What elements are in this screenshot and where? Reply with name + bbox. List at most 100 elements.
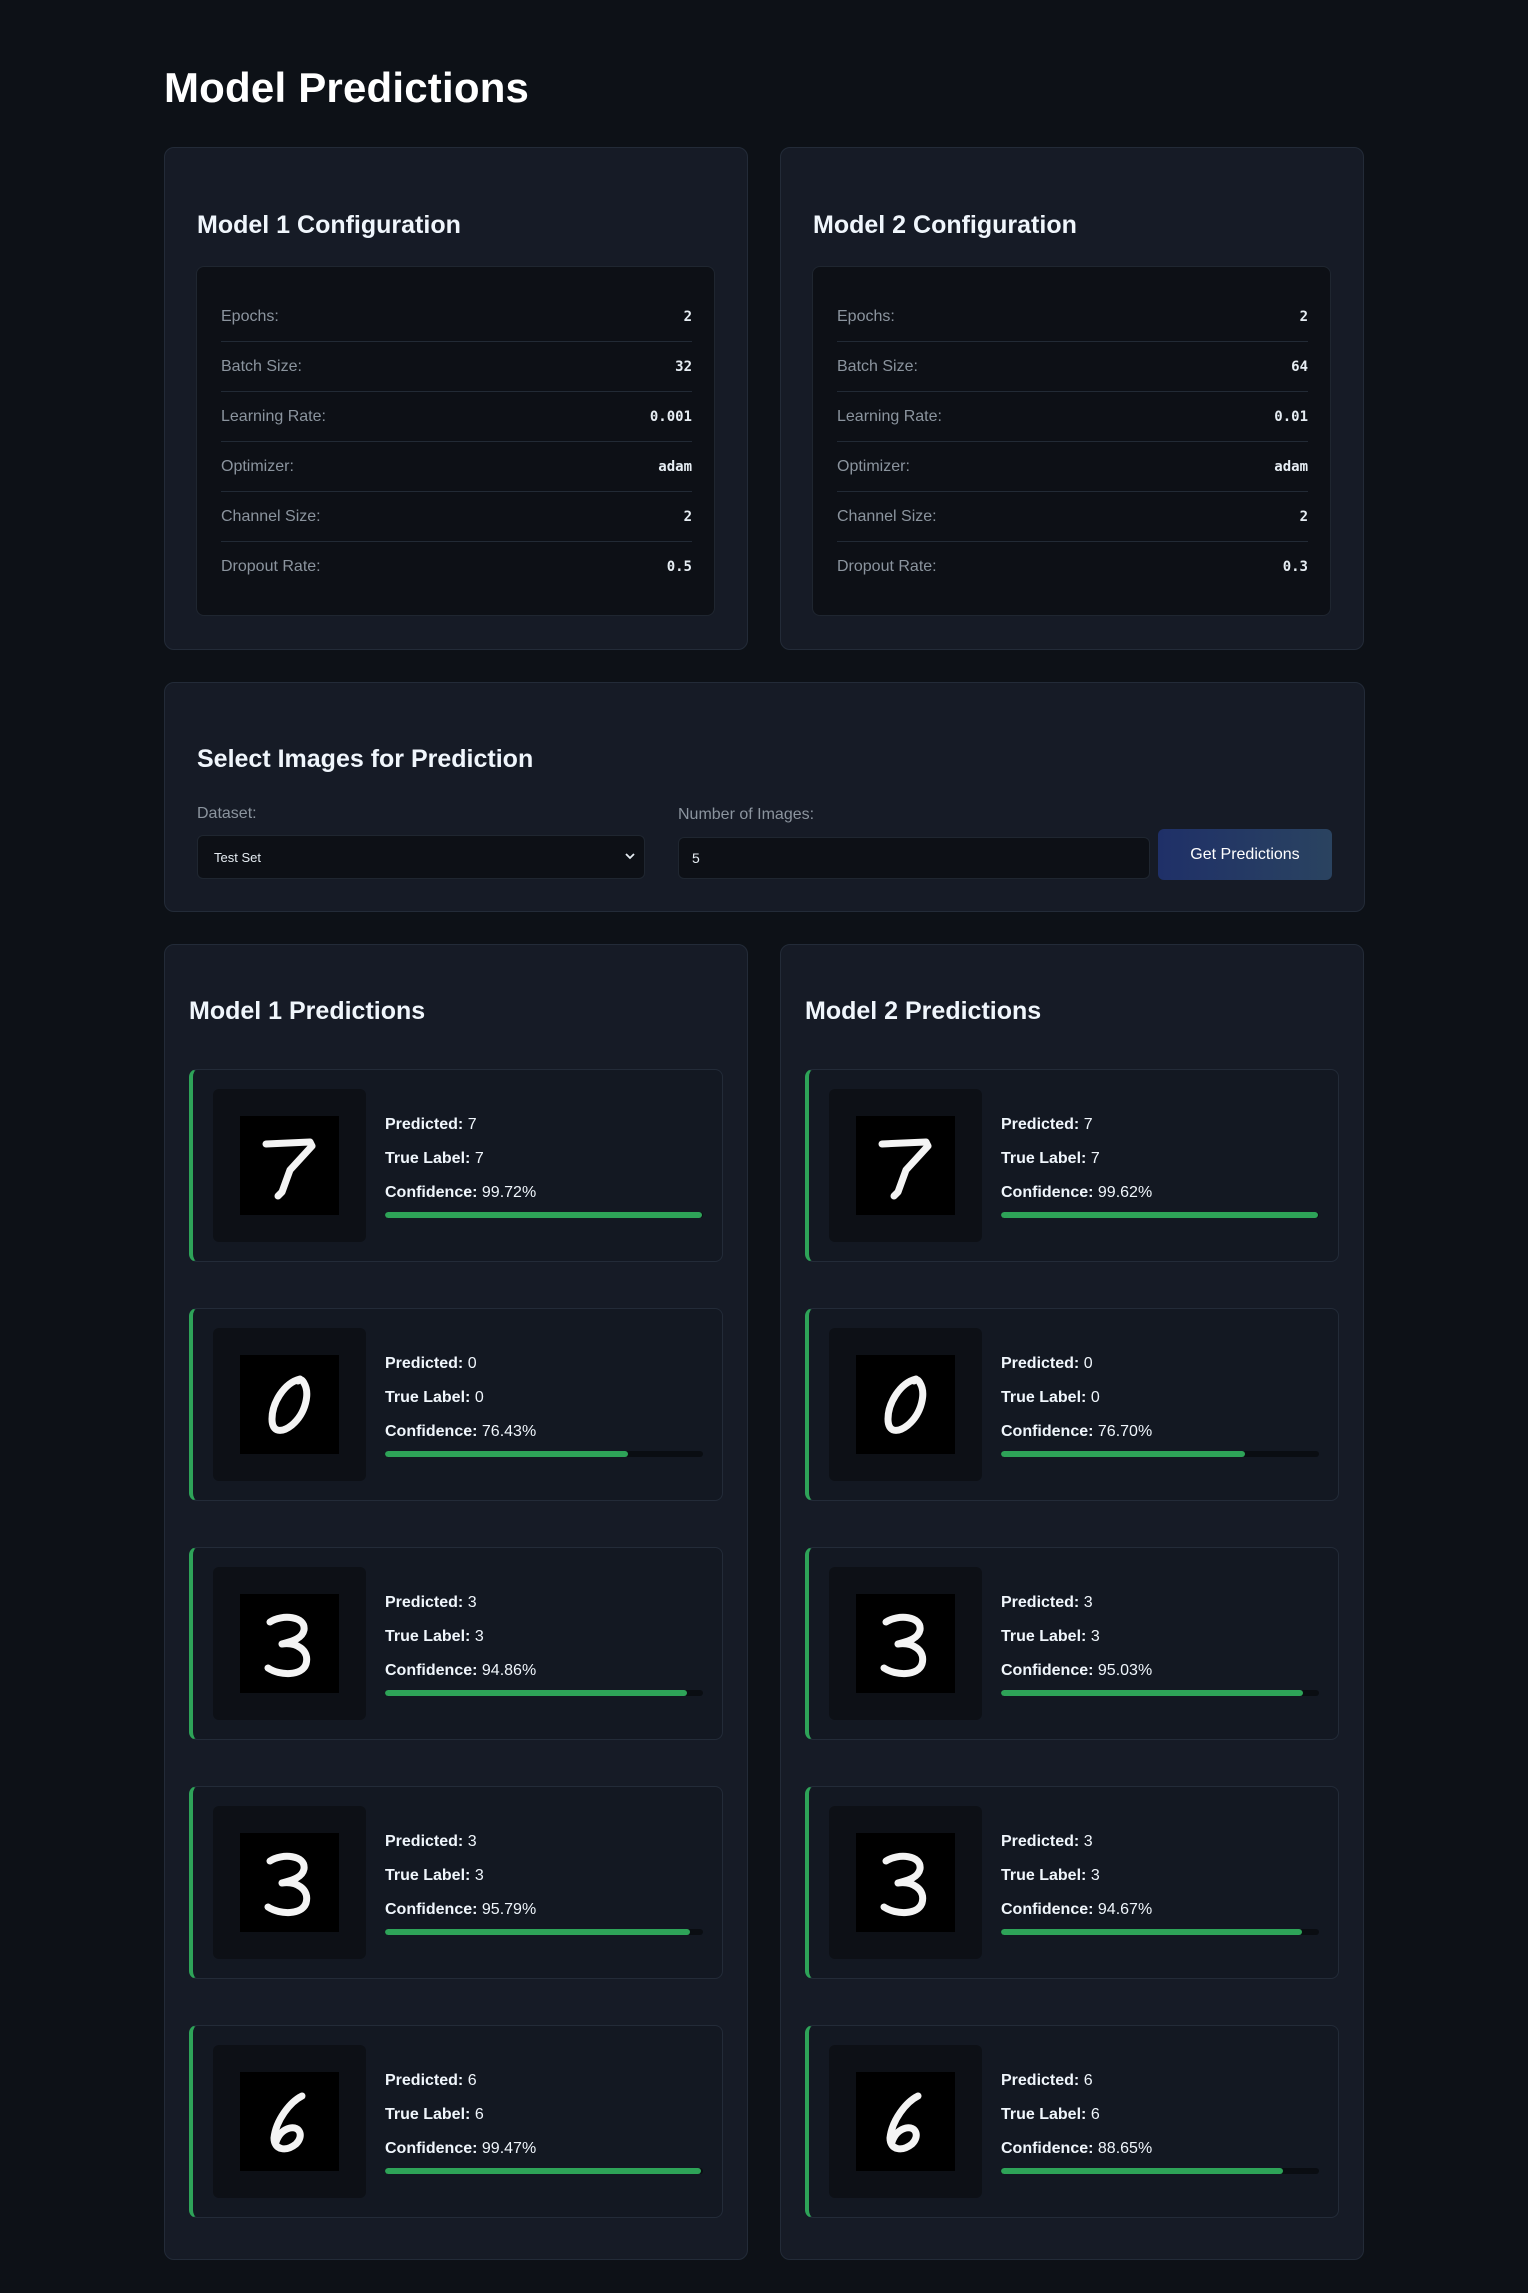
config-value: 0.5 bbox=[666, 559, 692, 575]
confidence-bar bbox=[1001, 1451, 1319, 1457]
config-label: Epochs: bbox=[221, 307, 279, 325]
config-value: 0.3 bbox=[1282, 559, 1308, 575]
confidence-bar-fill bbox=[1001, 1212, 1318, 1218]
predicted-label: Predicted: bbox=[385, 1833, 464, 1850]
true-label-value: 0 bbox=[474, 1389, 484, 1406]
true-label-label: True Label: bbox=[385, 1389, 471, 1406]
config-row-epochs: Epochs: 2 bbox=[221, 292, 692, 342]
config-value: adam bbox=[1274, 458, 1308, 475]
model-2-config-card: Model 2 Configuration Epochs: 2 Batch Si… bbox=[780, 147, 1364, 650]
true-label-line: True Label: 0 bbox=[385, 1389, 484, 1407]
true-label-value: 6 bbox=[474, 2106, 484, 2123]
confidence-value: 99.72% bbox=[481, 1184, 537, 1201]
config-value: 32 bbox=[675, 358, 692, 375]
true-label-value: 3 bbox=[474, 1628, 484, 1645]
confidence-line: Confidence: 94.86% bbox=[385, 1662, 536, 1680]
config-row-optimizer: Optimizer: adam bbox=[221, 442, 692, 492]
predicted-value: 6 bbox=[467, 2072, 477, 2089]
config-row-dropout-rate: Dropout Rate: 0.3 bbox=[837, 542, 1308, 592]
true-label-label: True Label: bbox=[385, 1628, 471, 1645]
confidence-value: 99.62% bbox=[1097, 1184, 1153, 1201]
predicted-line: Predicted: 6 bbox=[385, 2072, 477, 2090]
predicted-label: Predicted: bbox=[385, 1355, 464, 1372]
confidence-value: 95.03% bbox=[1097, 1662, 1153, 1679]
config-value: 0.001 bbox=[649, 408, 692, 425]
digit-image bbox=[856, 1833, 955, 1932]
digit-image bbox=[240, 2072, 339, 2171]
config-label: Dropout Rate: bbox=[837, 558, 937, 575]
model-2-config-title: Model 2 Configuration bbox=[813, 211, 1077, 239]
predicted-label: Predicted: bbox=[1001, 1355, 1080, 1372]
confidence-label: Confidence: bbox=[385, 1901, 478, 1918]
confidence-bar-fill bbox=[385, 1451, 629, 1457]
true-label-line: True Label: 3 bbox=[385, 1867, 484, 1885]
digit-image bbox=[240, 1594, 339, 1693]
predicted-value: 7 bbox=[1083, 1116, 1093, 1133]
confidence-label: Confidence: bbox=[1001, 1423, 1094, 1440]
config-row-channel-size: Channel Size: 2 bbox=[221, 492, 692, 542]
predicted-label: Predicted: bbox=[385, 2072, 464, 2089]
prediction-item: Predicted: 3 True Label: 3 Confidence: 95.… bbox=[189, 1786, 723, 1979]
true-label-label: True Label: bbox=[1001, 1389, 1087, 1406]
confidence-value: 94.86% bbox=[481, 1662, 537, 1679]
get-predictions-button[interactable]: Get Predictions bbox=[1158, 829, 1332, 880]
model-2-config-table: Epochs: 2 Batch Size: 64 Learning Rate: … bbox=[812, 266, 1331, 616]
confidence-bar-fill bbox=[1001, 2168, 1283, 2174]
confidence-label: Confidence: bbox=[1001, 1662, 1094, 1679]
predicted-line: Predicted: 7 bbox=[385, 1116, 477, 1134]
confidence-label: Confidence: bbox=[1001, 2140, 1094, 2157]
confidence-bar bbox=[385, 1690, 703, 1696]
config-value: 2 bbox=[1299, 508, 1308, 525]
predicted-value: 0 bbox=[1083, 1355, 1093, 1372]
confidence-bar-fill bbox=[385, 2168, 702, 2174]
config-value: 2 bbox=[683, 308, 692, 325]
true-label-line: True Label: 6 bbox=[385, 2106, 484, 2124]
predicted-line: Predicted: 3 bbox=[1001, 1833, 1093, 1851]
config-value: 2 bbox=[683, 508, 692, 525]
model-2-predictions-card: Model 2 Predictions Predicted: 7 True Lab… bbox=[780, 944, 1364, 2260]
digit-image-frame bbox=[213, 1328, 366, 1481]
prediction-item: Predicted: 0 True Label: 0 Confidence: 76.… bbox=[189, 1308, 723, 1501]
predicted-value: 3 bbox=[467, 1594, 477, 1611]
digit-image-frame bbox=[213, 2045, 366, 2198]
predicted-label: Predicted: bbox=[1001, 1116, 1080, 1133]
config-label: Optimizer: bbox=[221, 457, 294, 475]
confidence-bar bbox=[385, 2168, 703, 2174]
prediction-item: Predicted: 3 True Label: 3 Confidence: 95.… bbox=[805, 1547, 1339, 1740]
dataset-select[interactable]: Test Set bbox=[197, 835, 645, 879]
confidence-line: Confidence: 99.47% bbox=[385, 2140, 536, 2158]
config-row-epochs: Epochs: 2 bbox=[837, 292, 1308, 342]
confidence-bar-fill bbox=[1001, 1690, 1304, 1696]
chevron-down-icon bbox=[625, 853, 635, 860]
predicted-value: 0 bbox=[467, 1355, 477, 1372]
confidence-bar-fill bbox=[1001, 1451, 1245, 1457]
digit-image-frame bbox=[213, 1089, 366, 1242]
confidence-label: Confidence: bbox=[385, 1184, 478, 1201]
prediction-item: Predicted: 7 True Label: 7 Confidence: 99.… bbox=[189, 1069, 723, 1262]
config-label: Epochs: bbox=[837, 307, 895, 325]
digit-image-frame bbox=[213, 1567, 366, 1720]
model-1-predictions-card: Model 1 Predictions Predicted: 7 True Lab… bbox=[164, 944, 748, 2260]
config-label: Dropout Rate: bbox=[221, 558, 321, 575]
true-label-label: True Label: bbox=[1001, 2106, 1087, 2123]
true-label-value: 3 bbox=[1090, 1867, 1100, 1884]
select-images-card: Select Images for Prediction Dataset: Te… bbox=[164, 682, 1365, 912]
confidence-bar bbox=[385, 1212, 703, 1218]
num-images-input[interactable]: 5 bbox=[678, 837, 1150, 879]
true-label-value: 0 bbox=[1090, 1389, 1100, 1406]
config-row-dropout-rate: Dropout Rate: 0.5 bbox=[221, 542, 692, 592]
true-label-line: True Label: 6 bbox=[1001, 2106, 1100, 2124]
true-label-line: True Label: 3 bbox=[1001, 1628, 1100, 1646]
config-row-learning-rate: Learning Rate: 0.001 bbox=[221, 392, 692, 442]
predicted-line: Predicted: 3 bbox=[385, 1594, 477, 1612]
model-1-config-card: Model 1 Configuration Epochs: 2 Batch Si… bbox=[164, 147, 748, 650]
config-label: Learning Rate: bbox=[837, 407, 942, 425]
config-label: Batch Size: bbox=[837, 357, 918, 375]
true-label-line: True Label: 3 bbox=[1001, 1867, 1100, 1885]
predicted-value: 3 bbox=[1083, 1594, 1093, 1611]
true-label-line: True Label: 7 bbox=[1001, 1150, 1100, 1168]
confidence-value: 99.47% bbox=[481, 2140, 537, 2157]
predicted-line: Predicted: 0 bbox=[385, 1355, 477, 1373]
predicted-label: Predicted: bbox=[1001, 1833, 1080, 1850]
predicted-value: 7 bbox=[467, 1116, 477, 1133]
